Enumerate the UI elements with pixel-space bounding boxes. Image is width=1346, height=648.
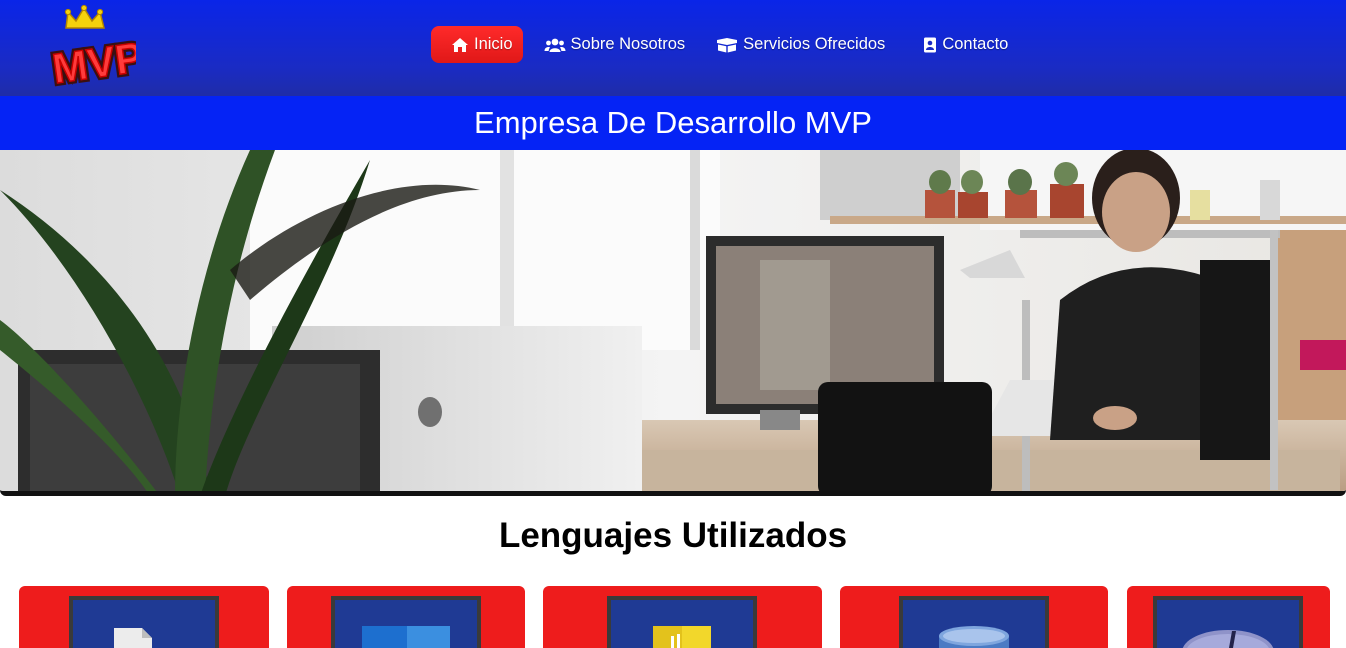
language-icon-frame [607,596,757,648]
database-icon [903,600,1045,648]
language-card-javascript[interactable] [543,586,822,648]
javascript-icon [611,600,753,648]
company-banner: Empresa De Desarrollo MVP [0,96,1346,150]
php-icon [1157,600,1299,648]
language-icon-frame [899,596,1049,648]
nav-item-servicios[interactable]: Servicios Ofrecidos [716,26,885,63]
languages-section-title: Lenguajes Utilizados [498,516,848,555]
contact-card-icon [924,37,937,52]
company-title: Empresa De Desarrollo MVP [474,105,872,140]
nav-label-contacto: Contacto [942,35,1009,53]
main-nav: Inicio Sobre Nosotros Servicios Ofrecido… [431,26,1008,63]
language-card-file[interactable] [19,586,269,648]
css-icon [335,600,477,648]
users-icon [544,38,566,52]
file-icon [73,600,215,648]
language-card-css[interactable] [287,586,525,648]
box-icon [717,37,738,52]
home-icon [452,37,468,52]
language-icon-frame [331,596,481,648]
nav-item-sobre-nosotros[interactable]: Sobre Nosotros [544,26,686,63]
hero-office-image [0,150,1346,496]
nav-label-sobre-nosotros: Sobre Nosotros [570,35,686,53]
nav-label-servicios: Servicios Ofrecidos [743,35,886,53]
top-navbar: MVP MVP Inicio Sobre Nosotros Servicios … [0,0,1346,96]
language-icon-frame [1153,596,1303,648]
nav-label-inicio: Inicio [474,35,513,53]
language-card-database[interactable] [840,586,1108,648]
language-card-php[interactable] [1127,586,1330,648]
language-icon-frame [69,596,219,648]
nav-item-contacto[interactable]: Contacto [923,26,1008,63]
svg-text:MVP: MVP [49,33,136,88]
mvp-logo[interactable]: MVP MVP [46,4,149,95]
nav-item-inicio[interactable]: Inicio [431,26,523,63]
